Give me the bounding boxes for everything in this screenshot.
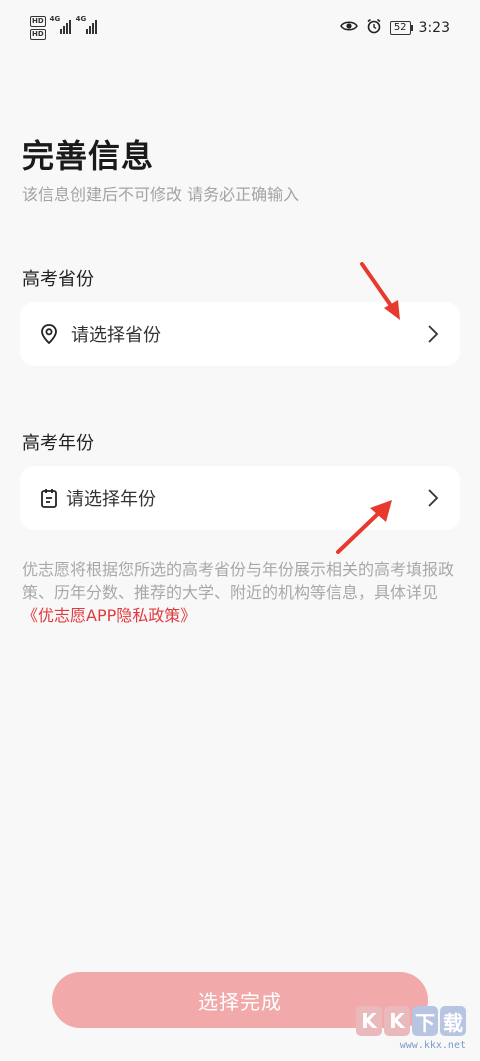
status-left: HD HD 4G 4G [30,15,98,40]
year-select[interactable]: 请选择年份 [20,466,460,530]
year-placeholder: 请选择年份 [66,489,156,510]
status-right: 52 3:23 [339,18,450,38]
watermark: K K 下 载 www.kkx.net [346,1006,466,1058]
page-title: 完善信息 [22,137,155,175]
chevron-right-icon [426,487,440,509]
watermark-tile: K [356,1006,382,1036]
watermark-tile: 载 [440,1006,466,1036]
status-bar: HD HD 4G 4G 52 3:23 [0,0,480,58]
calendar-clipboard-icon [38,487,60,509]
province-section-label: 高考省份 [22,269,94,290]
hd-indicators: HD HD [30,16,46,40]
location-pin-icon [38,323,60,345]
watermark-logo: K K 下 载 [346,1006,466,1036]
watermark-tile: K [384,1006,410,1036]
year-section-label: 高考年份 [22,433,94,454]
province-placeholder: 请选择省份 [71,325,161,346]
network-type: 4G [75,15,87,23]
privacy-policy-link[interactable]: 《优志愿APP隐私政策》 [22,606,196,625]
network-type: 4G [49,15,61,23]
watermark-url: www.kkx.net [399,1040,466,1051]
battery-icon: 52 [389,21,413,35]
info-text: 优志愿将根据您所选的高考省份与年份展示相关的高考填报政策、历年分数、推荐的大学、… [22,558,458,627]
info-text-body: 优志愿将根据您所选的高考省份与年份展示相关的高考填报政策、历年分数、推荐的大学、… [22,560,455,602]
eye-icon [339,20,358,36]
chevron-right-icon [426,323,440,345]
clock-time: 3:23 [418,20,450,36]
hd-badge: HD [30,29,46,40]
province-select[interactable]: 请选择省份 [20,302,460,366]
watermark-tile: 下 [412,1006,438,1036]
signal-icon: 4G [75,15,98,34]
page-subtitle: 该信息创建后不可修改 请务必正确输入 [22,185,300,204]
hd-badge: HD [30,16,46,27]
alarm-icon [366,18,382,38]
signal-icon: 4G [49,15,72,34]
